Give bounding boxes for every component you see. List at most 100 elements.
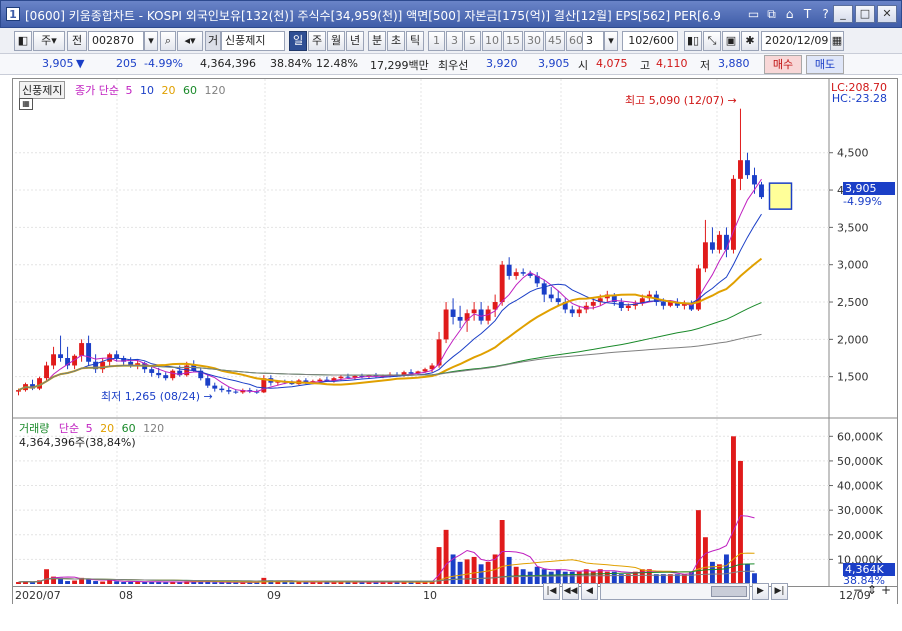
candle-body <box>513 272 519 276</box>
candle-body <box>738 160 743 179</box>
font-icon[interactable]: T <box>800 6 815 22</box>
legend-stock-name[interactable]: 신풍제지 <box>19 81 66 99</box>
scroll-prev-button[interactable]: ◀ <box>581 583 598 600</box>
tab-minute[interactable]: 분 <box>368 31 386 51</box>
best-ask: 3,920 <box>486 57 518 70</box>
stock-code-input[interactable]: 002870 <box>88 31 144 51</box>
high-annotation: 최고 5,090 (12/07) → <box>625 94 737 107</box>
volume-ma-120: 120 <box>143 422 165 435</box>
candle-body <box>443 309 449 340</box>
calendar-icon[interactable]: ▦ <box>830 31 844 51</box>
candle-body <box>233 391 239 393</box>
maximize-button[interactable]: □ <box>855 5 875 23</box>
restore-icon[interactable]: ▭ <box>746 6 761 22</box>
volume-bar <box>485 561 491 584</box>
volume-bar <box>100 581 106 584</box>
minute-option[interactable]: 5 <box>464 31 481 51</box>
layout-icon[interactable]: ◧ <box>14 31 32 51</box>
down-arrow-icon: ▼ <box>76 57 85 70</box>
volume-bar <box>107 580 113 584</box>
x-tick-label: 09 <box>267 589 281 602</box>
candle-body <box>156 372 162 376</box>
lock-icon[interactable]: ⌂ <box>782 6 797 22</box>
title-tool-icons: ▭ ⧉ ⌂ T ? <box>746 6 833 22</box>
candle-body <box>731 178 736 250</box>
volume-value: 4,364,396 <box>200 57 256 70</box>
low-annotation-text: 최저 1,265 (08/24) <box>101 390 201 403</box>
period-type-select[interactable]: 주▾ <box>33 31 65 51</box>
candle-body <box>170 370 176 379</box>
volume-tick-label: 40,000K <box>837 480 883 493</box>
tab-second[interactable]: 초 <box>387 31 405 51</box>
candle-body <box>205 378 211 386</box>
grid-toggle-icon[interactable]: ▦ <box>19 98 33 110</box>
volume-tick-label: 50,000K <box>837 455 883 468</box>
minute-option[interactable]: 1 <box>428 31 445 51</box>
high-price: 4,110 <box>656 57 688 70</box>
chart-scrollbar[interactable] <box>600 583 750 600</box>
volume-bar <box>513 566 519 584</box>
volume-bar <box>128 581 134 584</box>
data-count-field[interactable]: 102/600 <box>622 31 678 51</box>
candle-body <box>44 365 49 379</box>
scroll-prev-page-button[interactable]: ◀◀ <box>562 583 579 600</box>
zoom-in-icon[interactable]: + <box>881 583 891 597</box>
minute-option[interactable]: 15 <box>503 31 523 51</box>
last-pct-label: -4.99% <box>843 195 882 208</box>
close-button[interactable]: ✕ <box>877 5 897 23</box>
candle-type-icon[interactable]: ▮▯ <box>684 31 702 51</box>
minute-option[interactable]: 10 <box>482 31 502 51</box>
minute-option[interactable]: 30 <box>524 31 544 51</box>
candle-body <box>338 376 344 379</box>
help-icon[interactable]: ? <box>818 6 833 22</box>
minute-option[interactable]: 3 <box>446 31 463 51</box>
window-number: 1 <box>6 7 20 21</box>
minimize-button[interactable]: _ <box>833 5 853 23</box>
save-icon[interactable]: ▣ <box>722 31 740 51</box>
price-chart[interactable]: 4,5004,0003,5003,0002,5002,0001,50060,00… <box>13 79 897 603</box>
search-icon[interactable]: ⌕ <box>160 31 176 51</box>
low-price: 3,880 <box>718 57 750 70</box>
custom-option-input[interactable]: 3 <box>582 31 604 51</box>
chart-panel[interactable]: 4,5004,0003,5003,0002,5002,0001,50060,00… <box>12 78 898 604</box>
drawing-tool-icon[interactable]: ⤡ <box>703 31 721 51</box>
volume-bar <box>731 436 736 584</box>
copy-icon[interactable]: ⧉ <box>764 6 779 22</box>
volume-value-label: 4,364,396주(38,84%) <box>19 436 136 449</box>
stock-name-field[interactable]: 신풍제지 <box>221 31 285 51</box>
buy-button[interactable]: 매수 <box>764 55 802 74</box>
speaker-icon[interactable]: ◂▾ <box>177 31 203 51</box>
high-annotation-text: 최고 5,090 (12/07) <box>625 94 725 107</box>
gear-icon[interactable]: ✱ <box>741 31 759 51</box>
tab-day[interactable]: 일 <box>289 31 307 51</box>
volume-bar <box>198 582 204 584</box>
candle-body <box>219 388 225 391</box>
tab-year[interactable]: 년 <box>346 31 364 51</box>
volume-bar <box>289 582 295 584</box>
scroll-next-button[interactable]: ▶ <box>752 583 769 600</box>
tab-tick[interactable]: 틱 <box>406 31 424 51</box>
volume-bar <box>709 561 715 584</box>
tab-week[interactable]: 주 <box>308 31 326 51</box>
low-label: 저 <box>700 59 711 72</box>
scroll-last-button[interactable]: ▶| <box>771 583 788 600</box>
date-field[interactable]: 2020/12/09 <box>761 31 831 51</box>
candle-body <box>408 372 414 374</box>
zoom-reset-icon[interactable]: ⇕ <box>867 583 877 597</box>
scrollbar-thumb[interactable] <box>711 586 747 597</box>
last-price-tag: 3,905 <box>843 182 895 195</box>
tab-month[interactable]: 월 <box>327 31 345 51</box>
chevron-down-icon[interactable]: ▾ <box>604 31 618 51</box>
sell-button[interactable]: 매도 <box>806 55 844 74</box>
volume-bar <box>114 581 120 584</box>
zoom-out-icon[interactable]: − <box>853 583 863 597</box>
volume-bar <box>156 582 162 584</box>
mode-button[interactable]: 전 <box>67 31 87 51</box>
candle-body <box>163 375 169 379</box>
window-titlebar[interactable]: 1 [0600] 키움종합차트 - KOSPI 외국인보유[132(천)] 주식… <box>0 0 902 28</box>
scroll-first-button[interactable]: |◀ <box>543 583 560 600</box>
volume-bar <box>702 537 708 584</box>
minute-option[interactable]: 45 <box>545 31 565 51</box>
volume-bar <box>219 582 225 584</box>
chevron-down-icon[interactable]: ▾ <box>144 31 158 51</box>
